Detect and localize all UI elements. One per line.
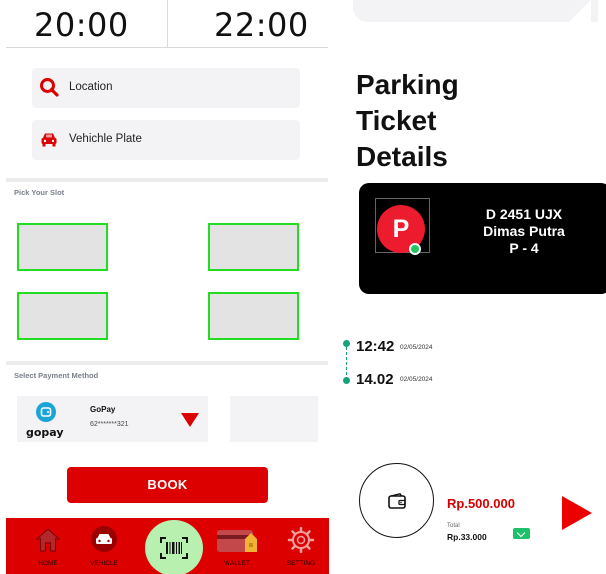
timeline-connector <box>346 347 347 380</box>
wallet-icon <box>217 530 257 552</box>
pick-slot-label: Pick Your Slot <box>14 188 65 197</box>
vehicle-plate-label: Vehichle Plate <box>69 133 142 145</box>
payment-method-label: Select Payment Method <box>14 371 99 380</box>
title-line: Parking <box>356 69 459 100</box>
gopay-wordmark: gopay <box>26 426 64 439</box>
car-icon <box>91 526 117 552</box>
parking-slot-2[interactable] <box>208 223 299 271</box>
wallet-icon <box>388 493 406 509</box>
ticket-slot: P - 4 <box>509 240 539 256</box>
time-divider <box>167 0 168 48</box>
entry-time: 12:42 <box>356 338 395 355</box>
barcode-scan-icon <box>160 537 188 559</box>
nav-setting-label: SETTING <box>286 560 316 567</box>
entry-date: 02/05/2024 <box>400 344 433 351</box>
ticket-owner: Dimas Putra <box>483 223 565 239</box>
booking-screen: 20:00 22:00 Location Vehichle Plate Pick… <box>0 0 335 574</box>
section-divider <box>6 361 328 365</box>
nav-setting[interactable]: SETTING <box>273 518 329 574</box>
time-range: 20:00 22:00 <box>6 0 328 48</box>
nav-home[interactable]: HOME <box>20 518 76 574</box>
expand-total-button[interactable] <box>513 528 530 539</box>
next-play-button[interactable] <box>562 496 592 530</box>
parking-logo-frame: P <box>375 198 430 255</box>
start-time[interactable]: 20:00 <box>34 6 129 44</box>
exit-date: 02/05/2024 <box>400 376 433 383</box>
top-bar-corner <box>569 0 591 22</box>
end-time[interactable]: 22:00 <box>214 6 309 44</box>
nav-vehicle-label: VEHICLE <box>90 560 118 567</box>
nav-wallet-label: WALLET <box>224 560 250 567</box>
section-divider <box>6 178 328 182</box>
time-timeline: 12:42 02/05/2024 14.02 02/05/2024 <box>343 335 493 395</box>
parking-slot-4[interactable] <box>208 292 299 340</box>
gear-icon <box>287 526 315 554</box>
payment-option-empty[interactable] <box>230 396 318 442</box>
ticket-details-screen: Parking Ticket Details P D 2451 UJX Dima… <box>343 0 606 574</box>
car-icon <box>41 133 57 147</box>
total-value: Rp.33.000 <box>447 532 487 542</box>
home-icon <box>35 528 61 552</box>
scan-barcode-button[interactable] <box>145 520 203 574</box>
ticket-card: P D 2451 UJX Dimas Putra P - 4 <box>359 183 606 294</box>
vehicle-plate-field[interactable]: Vehichle Plate <box>32 120 300 160</box>
total-label: Total <box>447 523 460 529</box>
chevron-down-icon <box>516 528 526 538</box>
exit-time: 14.02 <box>356 371 394 388</box>
nav-wallet[interactable]: WALLET <box>209 518 265 574</box>
payment-method-gopay[interactable]: gopay GoPay 62*******321 <box>17 396 208 442</box>
wallet-button[interactable] <box>359 463 434 538</box>
location-label: Location <box>69 81 113 93</box>
timeline-dot <box>343 340 350 347</box>
page-title: Parking Ticket Details <box>356 67 556 175</box>
status-dot <box>409 243 421 255</box>
dropdown-arrow-icon[interactable] <box>181 413 199 427</box>
title-line: Details <box>356 141 448 172</box>
payment-number: 62*******321 <box>90 421 129 428</box>
payment-name: GoPay <box>90 405 116 414</box>
book-button[interactable]: BOOK <box>67 467 268 503</box>
nav-vehicle[interactable]: VEHICLE <box>76 518 132 574</box>
ticket-plate: D 2451 UJX <box>485 206 563 222</box>
amount-value: Rp.500.000 <box>447 496 515 511</box>
location-field[interactable]: Location <box>32 68 300 108</box>
top-bar <box>353 0 598 22</box>
parking-slot-3[interactable] <box>17 292 108 340</box>
gopay-logo-icon <box>36 402 56 422</box>
timeline-dot <box>343 377 350 384</box>
nav-home-label: HOME <box>38 560 58 567</box>
parking-slot-1[interactable] <box>17 223 108 271</box>
search-icon <box>40 78 59 97</box>
title-line: Ticket <box>356 105 437 136</box>
